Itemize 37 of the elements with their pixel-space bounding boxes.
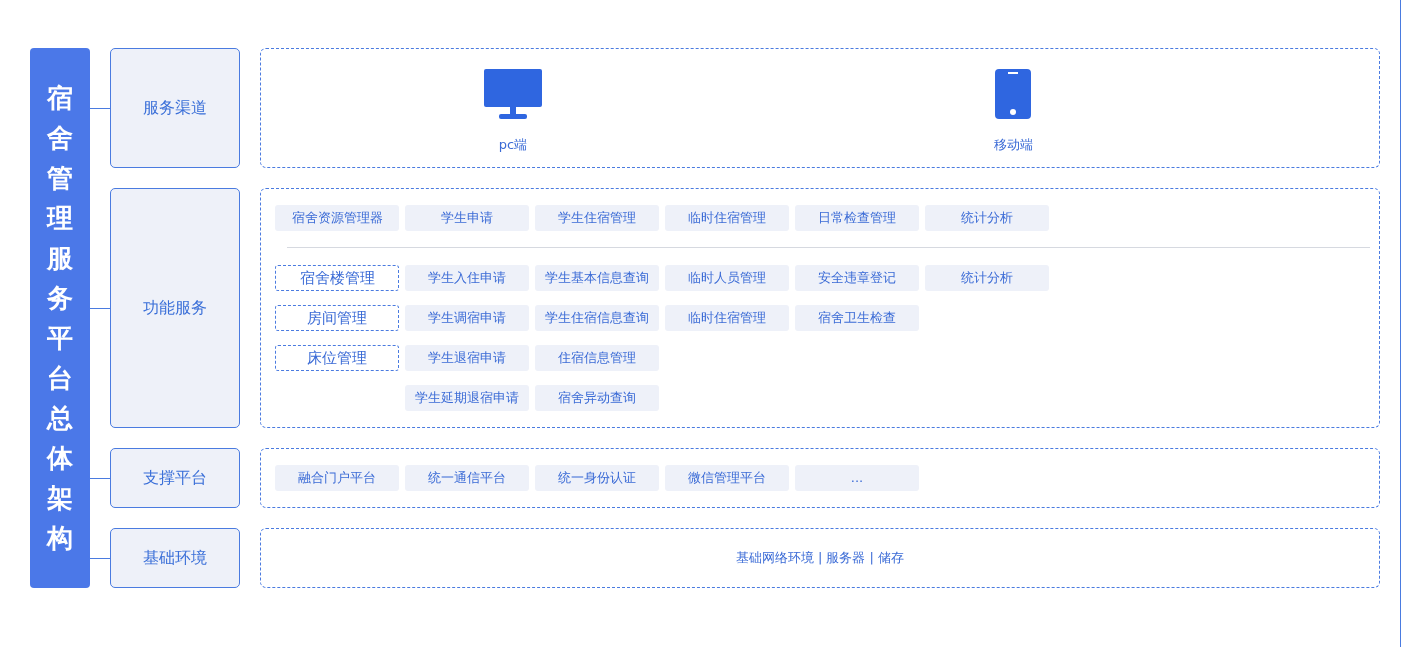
monitor-icon	[484, 69, 542, 119]
layer-label: 服务渠道	[110, 48, 240, 168]
module-tag: 临时住宿管理	[665, 205, 789, 231]
phone-icon	[995, 69, 1031, 119]
channel-label: pc端	[498, 136, 528, 154]
module-tag: 学生申请	[405, 205, 529, 231]
module-tag: 统计分析	[925, 205, 1049, 231]
feature-tag: 宿舍卫生检查	[795, 305, 919, 331]
feature-tag: 临时住宿管理	[665, 305, 789, 331]
infrastructure-text: 基础网络环境 | 服务器 | 储存	[735, 549, 905, 568]
module-tag: 日常检查管理	[795, 205, 919, 231]
platform-tag: ...	[795, 465, 919, 491]
platform-tag: 统一通信平台	[405, 465, 529, 491]
feature-tag: 统计分析	[925, 265, 1049, 291]
platform-tag: 融合门户平台	[275, 465, 399, 491]
feature-tag: 宿舍异动查询	[535, 385, 659, 411]
category-tag: 房间管理	[275, 305, 399, 331]
feature-tag: 住宿信息管理	[535, 345, 659, 371]
feature-tag: 学生入住申请	[405, 265, 529, 291]
feature-tag: 学生住宿信息查询	[535, 305, 659, 331]
category-tag: 床位管理	[275, 345, 399, 371]
platform-tag: 统一身份认证	[535, 465, 659, 491]
layer-label: 基础环境	[110, 528, 240, 588]
feature-tag: 学生调宿申请	[405, 305, 529, 331]
layer-label: 功能服务	[110, 188, 240, 428]
module-tag: 宿舍资源管理器	[275, 205, 399, 231]
category-tag: 宿舍楼管理	[275, 265, 399, 291]
platform-title: 宿舍管理服务平台总体架构	[47, 82, 73, 555]
layer-label: 支撑平台	[110, 448, 240, 508]
module-tag: 学生住宿管理	[535, 205, 659, 231]
platform-tag: 微信管理平台	[665, 465, 789, 491]
feature-tag: 临时人员管理	[665, 265, 789, 291]
feature-tag: 安全违章登记	[795, 265, 919, 291]
feature-tag: 学生基本信息查询	[535, 265, 659, 291]
channel-label: 移动端	[993, 136, 1033, 154]
feature-tag: 学生延期退宿申请	[405, 385, 529, 411]
feature-tag: 学生退宿申请	[405, 345, 529, 371]
